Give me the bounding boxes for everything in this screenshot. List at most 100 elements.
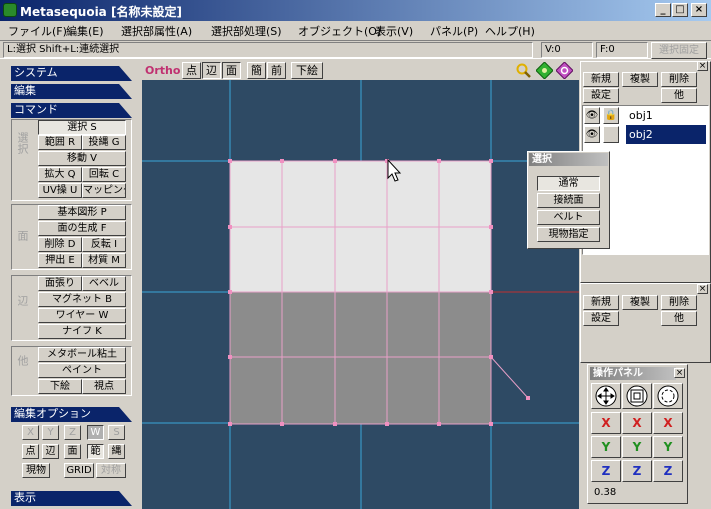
material-settings-button[interactable]: 設定 xyxy=(583,311,619,326)
move-z-button[interactable]: Z xyxy=(591,460,621,482)
section-display[interactable]: 表示 xyxy=(11,491,132,506)
lock-y-button[interactable]: Y xyxy=(42,425,59,440)
scale-y-button[interactable]: Y xyxy=(622,436,652,458)
menu-select-proc[interactable]: 選択部処理(S) xyxy=(211,23,282,39)
show-edge-button[interactable]: 辺 xyxy=(202,62,221,79)
section-edit[interactable]: 編集 xyxy=(11,84,132,99)
3d-viewport[interactable] xyxy=(142,80,579,509)
flip-button[interactable]: 反転 I xyxy=(82,237,126,252)
section-system[interactable]: システム xyxy=(11,66,132,81)
selection-lock-button[interactable]: 選択固定 xyxy=(651,42,707,59)
viewpoint-button[interactable]: 視点 xyxy=(82,379,126,394)
menu-select-attr[interactable]: 選択部属性(A) xyxy=(121,23,192,39)
extrude-button[interactable]: 押出 E xyxy=(38,253,82,268)
status-bar: L:選択 Shift+L:連続選択 V:0 F:0 選択固定 xyxy=(0,40,711,59)
menu-edit[interactable]: 編集(E) xyxy=(66,23,104,39)
material-delete-button[interactable]: 削除 xyxy=(661,295,697,310)
select-belt-button[interactable]: ベルト xyxy=(537,210,600,225)
close-button[interactable]: × xyxy=(691,3,707,17)
lock-w-button[interactable]: W xyxy=(87,425,104,440)
grid-button[interactable]: GRID xyxy=(64,463,94,478)
target-lasso-button[interactable]: 縄 xyxy=(108,444,125,459)
material-panel-close-icon[interactable]: × xyxy=(697,284,708,294)
mapping-button[interactable]: マッピング xyxy=(82,183,126,198)
menu-file[interactable]: ファイル(F) xyxy=(8,23,67,39)
scale-mode-icon[interactable] xyxy=(622,383,652,409)
primitive-button[interactable]: 基本図形 P xyxy=(38,205,126,220)
object-new-button[interactable]: 新規 xyxy=(583,72,619,87)
object-settings-button[interactable]: 設定 xyxy=(583,88,619,103)
object-duplicate-button[interactable]: 複製 xyxy=(622,72,658,87)
make-face-button[interactable]: 面の生成 F xyxy=(38,221,126,236)
visibility-eye-icon[interactable]: 👁 xyxy=(584,126,600,143)
target-range-button[interactable]: 範 xyxy=(87,444,104,459)
lock-s-button[interactable]: S xyxy=(108,425,125,440)
uv-button[interactable]: UV操 U xyxy=(38,183,82,198)
sketch-button[interactable]: 下絵 xyxy=(38,379,82,394)
target-edge-button[interactable]: 辺 xyxy=(42,444,59,459)
rotate-x-button[interactable]: X xyxy=(653,412,683,434)
view-mode-label[interactable]: Ortho xyxy=(145,64,180,77)
material-duplicate-button[interactable]: 複製 xyxy=(622,295,658,310)
object-row-obj1[interactable]: 👁 🔒 obj1 xyxy=(583,106,707,125)
material-button[interactable]: 材質 M xyxy=(82,253,126,268)
maximize-button[interactable]: □ xyxy=(672,3,688,17)
bevel-button[interactable]: ベベル xyxy=(82,276,126,291)
move-y-button[interactable]: Y xyxy=(591,436,621,458)
rotate-mode-icon[interactable] xyxy=(653,383,683,409)
object-panel-close-icon[interactable]: × xyxy=(697,61,708,71)
rotate-z-button[interactable]: Z xyxy=(653,460,683,482)
menu-panel[interactable]: パネル(P) xyxy=(430,23,478,39)
range-button[interactable]: 範囲 R xyxy=(38,135,82,150)
object-delete-button[interactable]: 削除 xyxy=(661,72,697,87)
select-button[interactable]: 選択 S xyxy=(38,120,126,135)
scale-x-button[interactable]: X xyxy=(622,412,652,434)
visibility-eye-icon[interactable]: 👁 xyxy=(584,107,600,124)
select-connected-button[interactable]: 接続面 xyxy=(537,193,600,208)
zoom-icon[interactable] xyxy=(516,63,532,79)
object-only-button[interactable]: 現物 xyxy=(22,463,50,478)
magnet-button[interactable]: マグネット B xyxy=(38,292,126,307)
menu-view[interactable]: 表示(V) xyxy=(375,23,413,39)
rotate-view-icon[interactable] xyxy=(556,62,573,79)
material-other-button[interactable]: 他 xyxy=(661,311,697,326)
wire-button[interactable]: ワイヤー W xyxy=(38,308,126,323)
operation-panel-close-icon[interactable]: × xyxy=(674,368,685,378)
symmetry-button[interactable]: 対称 xyxy=(96,463,126,478)
simple-view-button[interactable]: 簡 xyxy=(247,62,266,79)
menu-object[interactable]: オブジェクト(O) xyxy=(298,23,381,39)
show-face-button[interactable]: 面 xyxy=(222,62,241,79)
delete-button[interactable]: 削除 D xyxy=(38,237,82,252)
lock-x-button[interactable]: X xyxy=(22,425,39,440)
select-object-button[interactable]: 現物指定 xyxy=(537,227,600,242)
menu-help[interactable]: ヘルプ(H) xyxy=(485,23,535,39)
sketch-toggle-button[interactable]: 下絵 xyxy=(291,62,323,79)
face-paste-button[interactable]: 面張り xyxy=(38,276,82,291)
scale-button[interactable]: 拡大 Q xyxy=(38,167,82,182)
lock-icon[interactable]: 🔒 xyxy=(603,107,619,124)
lock-z-button[interactable]: Z xyxy=(64,425,81,440)
front-view-button[interactable]: 前 xyxy=(267,62,286,79)
material-new-button[interactable]: 新規 xyxy=(583,295,619,310)
rotate-button[interactable]: 回転 C xyxy=(82,167,126,182)
lock-icon[interactable] xyxy=(603,126,619,143)
section-command[interactable]: コマンド xyxy=(11,103,132,118)
paint-button[interactable]: ペイント xyxy=(38,363,126,378)
scale-z-button[interactable]: Z xyxy=(622,460,652,482)
object-other-button[interactable]: 他 xyxy=(661,88,697,103)
move-x-button[interactable]: X xyxy=(591,412,621,434)
target-point-button[interactable]: 点 xyxy=(22,444,39,459)
rotate-y-button[interactable]: Y xyxy=(653,436,683,458)
knife-button[interactable]: ナイフ K xyxy=(38,324,126,339)
target-face-button[interactable]: 面 xyxy=(64,444,81,459)
select-normal-button[interactable]: 通常 xyxy=(537,176,600,191)
metaball-button[interactable]: メタボール粘土 xyxy=(38,347,126,362)
object-row-obj2[interactable]: 👁 obj2 xyxy=(583,125,707,144)
show-point-button[interactable]: 点 xyxy=(182,62,201,79)
pan-icon[interactable] xyxy=(536,62,553,79)
move-mode-icon[interactable] xyxy=(591,383,621,409)
lasso-button[interactable]: 投縄 G xyxy=(82,135,126,150)
section-edit-options[interactable]: 編集オプション xyxy=(11,407,132,422)
minimize-button[interactable]: _ xyxy=(655,3,671,17)
move-button[interactable]: 移動 V xyxy=(38,151,126,166)
